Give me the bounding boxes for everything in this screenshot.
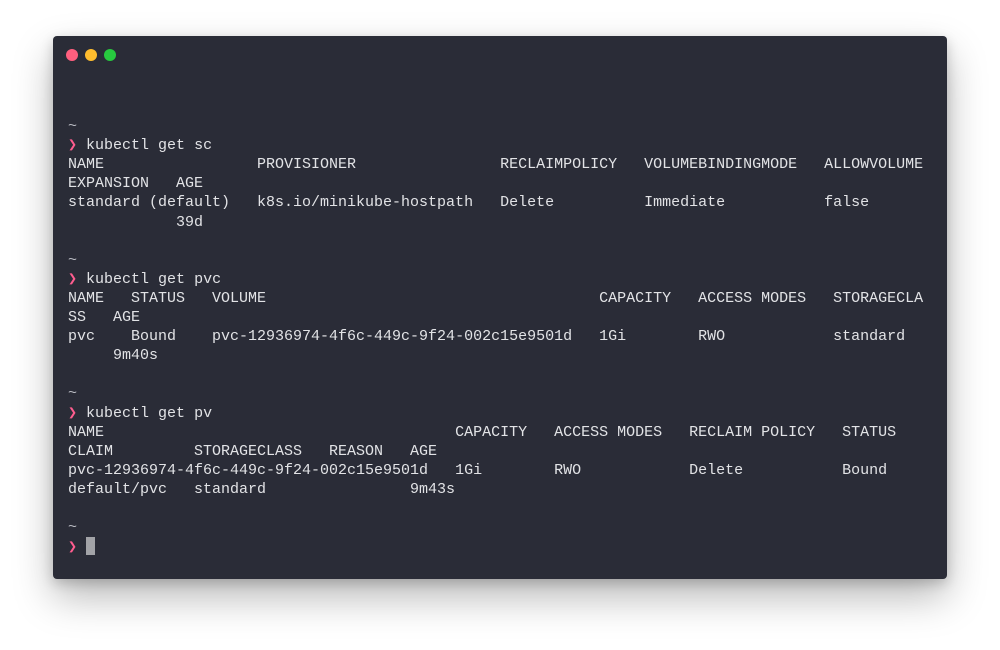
output-line: 9m40s [68,347,159,365]
output-line: pvc-12936974-4f6c-449c-9f24-002c15e9501d… [68,461,888,479]
terminal-window: ~ ❯ kubectl get sc NAME PROVISIONER RECL… [53,36,947,579]
command-line: ❯ kubectl get pv [68,404,923,423]
terminal-output[interactable]: ~ ❯ kubectl get sc NAME PROVISIONER RECL… [68,98,923,556]
prompt-chevron-icon: ❯ [68,270,78,288]
command-text: kubectl get sc [86,137,213,155]
prompt-chevron-icon: ❯ [68,137,78,155]
output-line: NAME PROVISIONER RECLAIMPOLICY VOLUMEBIN… [68,156,924,174]
command-text: kubectl get pvc [86,270,222,288]
output-line: NAME CAPACITY ACCESS MODES RECLAIM POLIC… [68,423,897,441]
output-line: pvc Bound pvc-12936974-4f6c-449c-9f24-00… [68,328,906,346]
cwd-tilde: ~ [68,519,78,537]
cwd-tilde: ~ [68,385,78,403]
window-controls [66,49,116,61]
output-line: EXPANSION AGE [68,175,204,193]
cwd-tilde: ~ [68,118,78,136]
command-line: ❯ kubectl get sc [68,136,923,155]
output-line: 39d [68,213,204,231]
prompt-chevron-icon: ❯ [68,404,78,422]
minimize-button[interactable] [85,49,97,61]
output-line: standard (default) k8s.io/minikube-hostp… [68,194,870,212]
output-line: default/pvc standard 9m43s [68,480,456,498]
command-line: ❯ kubectl get pvc [68,270,923,289]
cwd-tilde: ~ [68,251,78,269]
close-button[interactable] [66,49,78,61]
command-text: kubectl get pv [86,404,213,422]
active-prompt-line[interactable]: ❯ [68,537,923,556]
text-cursor [86,537,96,556]
prompt-chevron-icon: ❯ [68,539,78,557]
output-line: SS AGE [68,309,141,327]
output-line: CLAIM STORAGECLASS REASON AGE [68,442,438,460]
output-line: NAME STATUS VOLUME CAPACITY ACCESS MODES… [68,289,924,307]
maximize-button[interactable] [104,49,116,61]
